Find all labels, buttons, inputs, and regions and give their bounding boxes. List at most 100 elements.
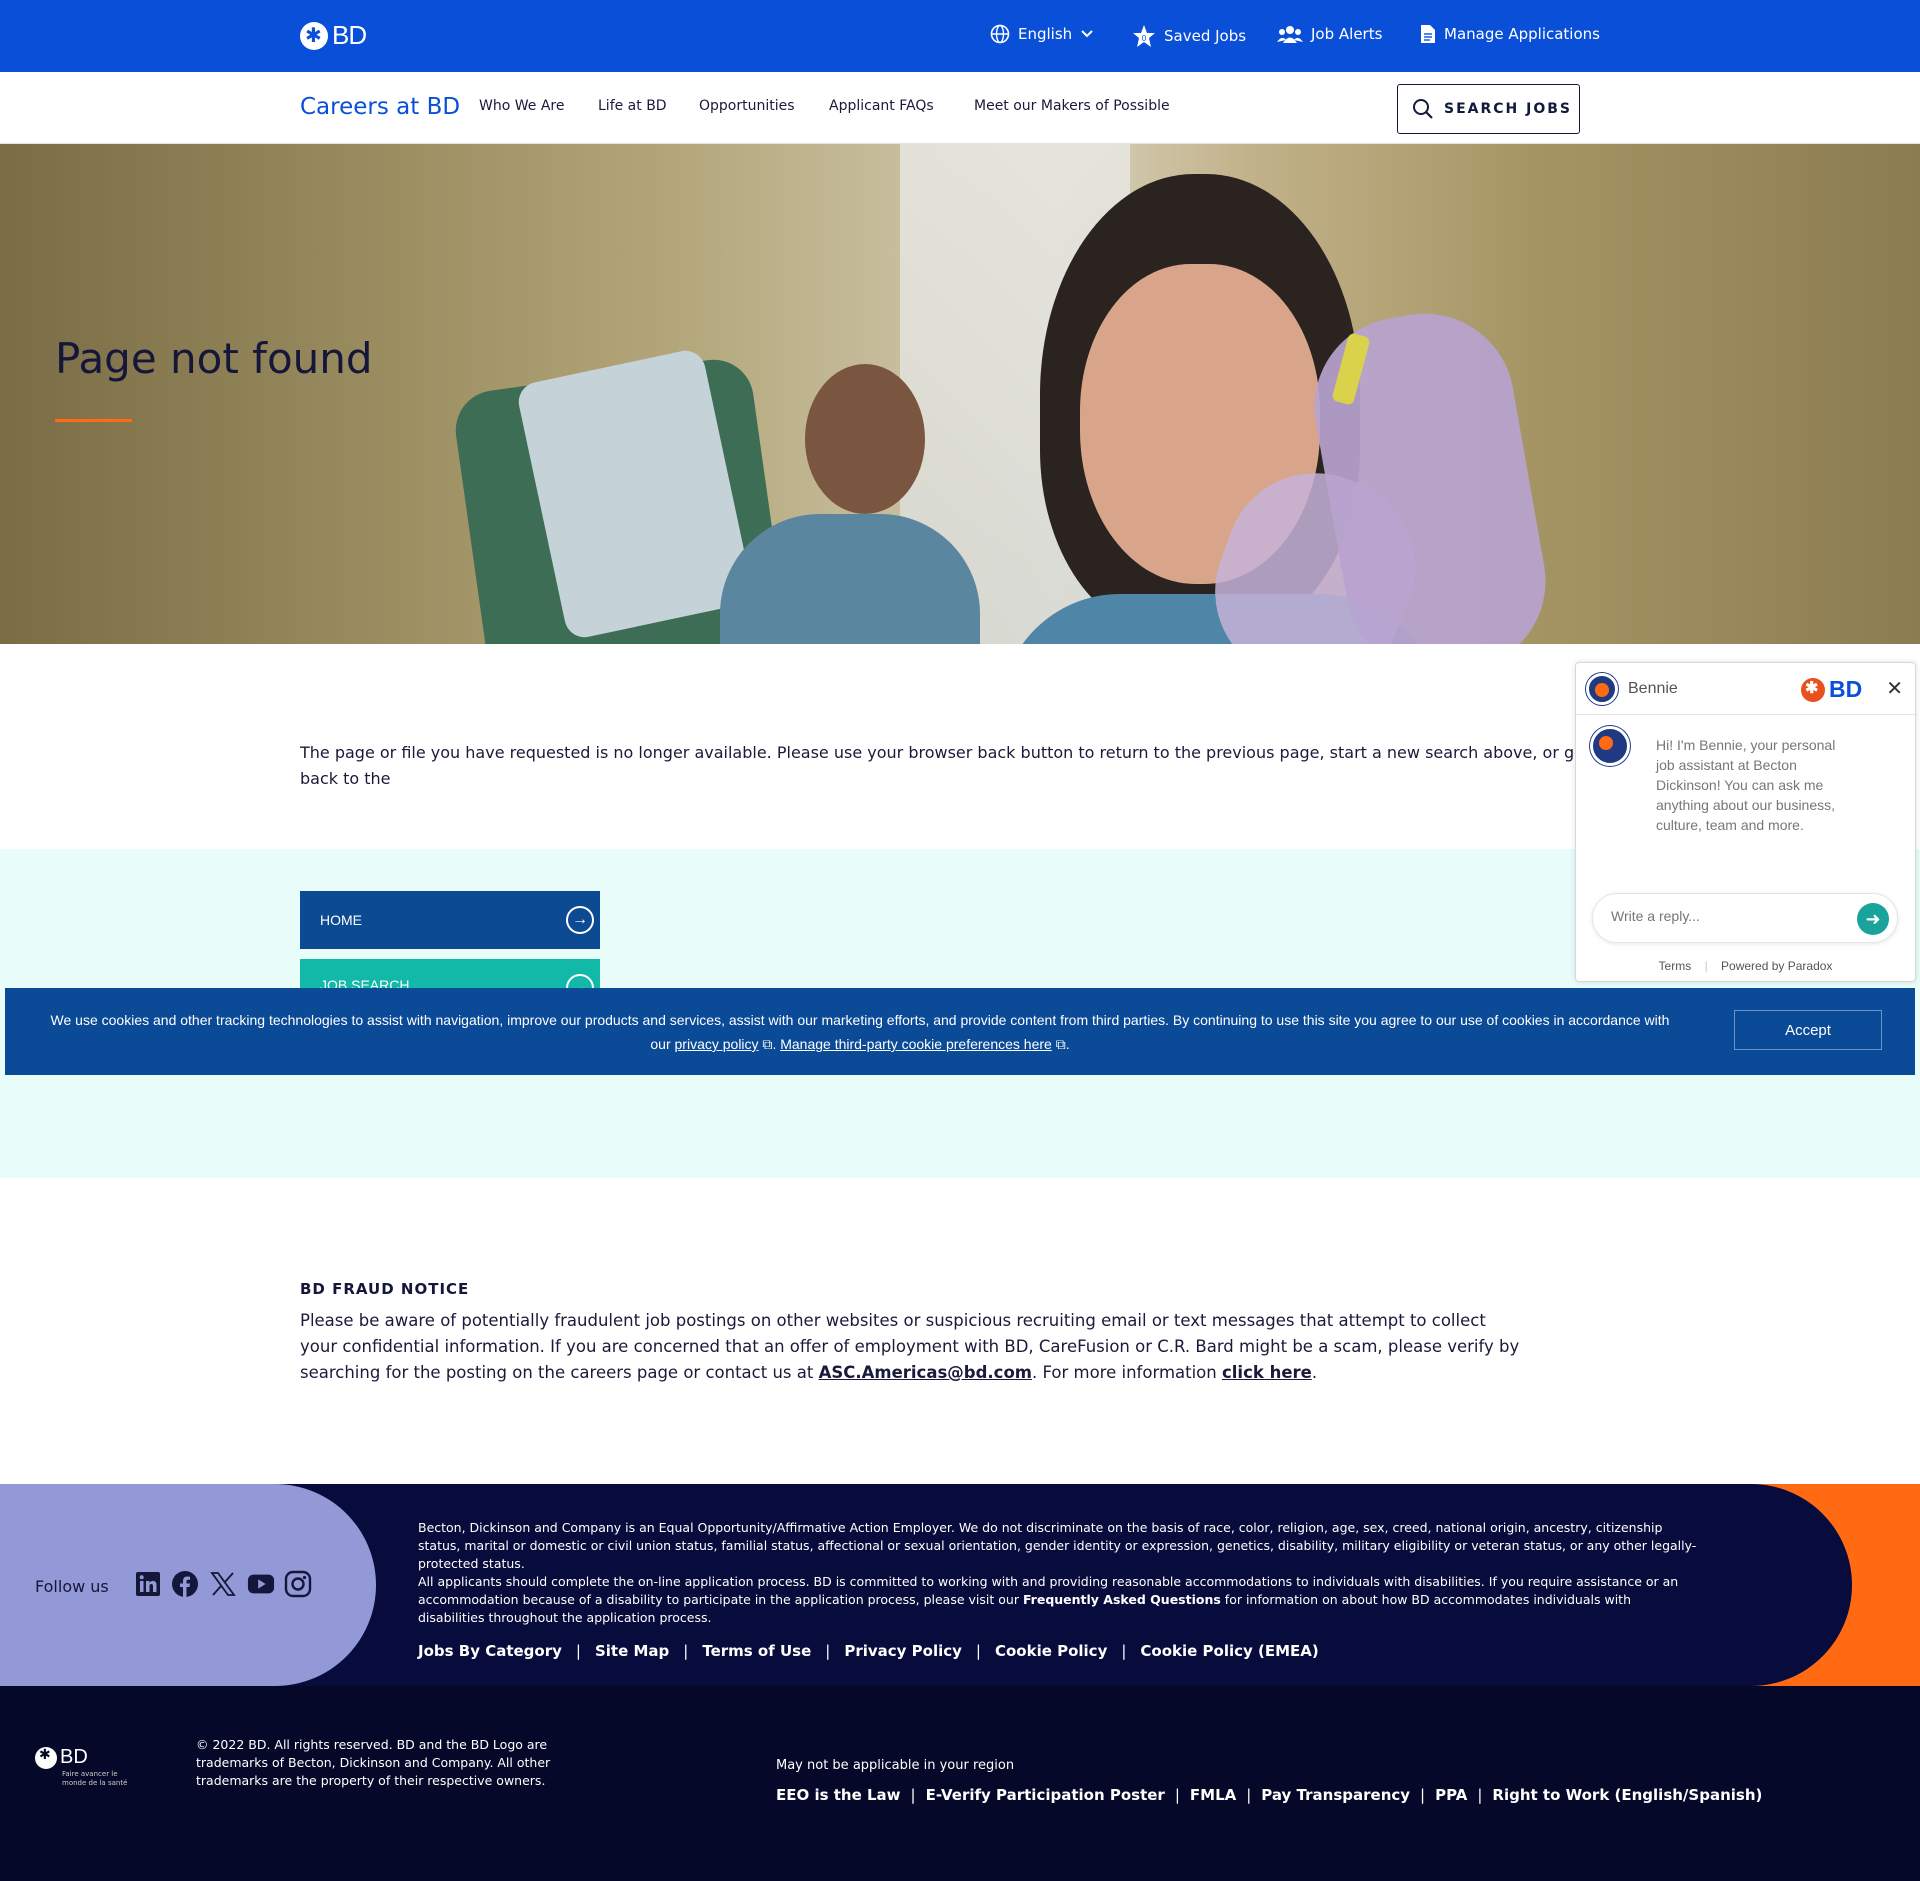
link-divider: |	[575, 1642, 581, 1660]
eeo-statement: Becton, Dickinson and Company is an Equa…	[418, 1520, 1697, 1571]
chat-footer-divider: |	[1704, 959, 1708, 973]
fraud-notice-text: Please be aware of potentially fraudulen…	[300, 1308, 1520, 1386]
bd-star-icon	[35, 1746, 57, 1769]
link-divider: |	[683, 1642, 689, 1660]
accept-cookies-button[interactable]: Accept	[1734, 1010, 1882, 1050]
fraud-notice-more: . For more information	[1032, 1363, 1217, 1382]
search-jobs-button[interactable]: SEARCH JOBS	[1397, 84, 1580, 134]
fraud-notice-heading: BD FRAUD NOTICE	[300, 1280, 470, 1298]
link-divider: |	[910, 1786, 916, 1804]
fraud-notice-end: .	[1311, 1363, 1318, 1382]
footer-link-cookie-policy-emea[interactable]: Cookie Policy (EMEA)	[1140, 1642, 1318, 1660]
nav-who-we-are[interactable]: Who We Are	[479, 98, 564, 114]
bd-tagline: Faire avancer le monde de la santé	[62, 1770, 128, 1787]
region-note: May not be applicable in your region	[776, 1758, 1015, 1773]
footer-bd-logo-text: BD	[60, 1746, 88, 1768]
footer-link-privacy-policy[interactable]: Privacy Policy	[844, 1642, 962, 1660]
bennie-avatar	[1590, 726, 1630, 766]
chat-bd-logo-text: BD	[1829, 676, 1863, 702]
globe-icon	[990, 24, 1010, 44]
legal-link-ppa[interactable]: PPA	[1435, 1786, 1467, 1804]
utility-bar: BD English 0 Saved Jobs Job Alerts Manag…	[0, 0, 1920, 72]
legal-link-right-to-work[interactable]: Right to Work (English/Spanish)	[1492, 1786, 1762, 1804]
bd-star-icon	[300, 21, 328, 50]
chat-reply-input[interactable]	[1611, 908, 1841, 924]
job-alerts-label: Job Alerts	[1311, 25, 1383, 43]
chat-reply-box: ➜	[1592, 893, 1898, 943]
instagram-icon[interactable]	[284, 1570, 312, 1598]
fraud-email-link[interactable]: ASC.Americas@bd.com	[819, 1363, 1032, 1382]
manage-applications-link[interactable]: Manage Applications	[1420, 24, 1600, 44]
youtube-icon[interactable]	[247, 1570, 275, 1598]
chat-terms-link[interactable]: Terms	[1659, 959, 1692, 973]
x-icon[interactable]	[209, 1570, 237, 1598]
not-found-message: The page or file you have requested is n…	[300, 743, 1584, 788]
nav-applicant-faqs[interactable]: Applicant FAQs	[829, 98, 934, 114]
chat-bot-name: Bennie	[1628, 680, 1678, 697]
follow-us-label: Follow us	[35, 1577, 109, 1596]
saved-count-badge: 0	[1142, 34, 1147, 43]
link-divider: |	[1420, 1786, 1426, 1804]
link-divider: |	[975, 1642, 981, 1660]
legal-link-everify[interactable]: E-Verify Participation Poster	[926, 1786, 1165, 1804]
footer-legal: BD Faire avancer le monde de la santé © …	[0, 1686, 1920, 1881]
saved-jobs-link[interactable]: 0 Saved Jobs	[1132, 24, 1246, 48]
language-label: English	[1018, 25, 1073, 43]
search-jobs-label: SEARCH JOBS	[1444, 101, 1572, 117]
search-icon	[1413, 99, 1433, 119]
nav-life-at-bd[interactable]: Life at BD	[598, 98, 667, 114]
bd-logo-text: BD	[332, 20, 367, 50]
legal-links: EEO is the Law | E-Verify Participation P…	[776, 1786, 1762, 1804]
chat-greeting: Hi! I'm Bennie, your personal job assist…	[1656, 737, 1836, 833]
external-link-icon: ⧉	[1051, 1036, 1066, 1052]
footer-links: Jobs By Category | Site Map | Terms of Use…	[418, 1642, 1319, 1660]
people-icon	[1277, 26, 1303, 43]
title-accent-line	[55, 419, 132, 422]
legal-link-fmla[interactable]: FMLA	[1190, 1786, 1236, 1804]
facebook-icon[interactable]	[171, 1570, 199, 1598]
close-icon[interactable]: ✕	[1886, 676, 1903, 701]
link-divider: |	[1174, 1786, 1180, 1804]
chat-footer: Terms | Powered by Paradox	[1576, 959, 1915, 973]
chat-header: Bennie BD ✕	[1576, 663, 1915, 715]
legal-link-eeo[interactable]: EEO is the Law	[776, 1786, 901, 1804]
job-alerts-link[interactable]: Job Alerts	[1277, 24, 1382, 44]
language-selector[interactable]: English	[990, 24, 1102, 44]
nav-makers-of-possible[interactable]: Meet our Makers of Possible	[974, 98, 1170, 114]
link-divider: |	[1246, 1786, 1252, 1804]
careers-brand-link[interactable]: Careers at BD	[300, 94, 460, 120]
arrow-right-circle-icon: →	[566, 906, 594, 934]
linkedin-icon[interactable]	[134, 1570, 162, 1598]
home-button-label: HOME	[320, 912, 362, 928]
copyright-text: © 2022 BD. All rights reserved. BD and t…	[196, 1737, 551, 1788]
bennie-avatar	[1586, 673, 1618, 705]
chat-widget: Bennie BD ✕ Hi! I'm Bennie, your persona…	[1575, 662, 1916, 982]
faq-link[interactable]: Frequently Asked Questions	[1023, 1592, 1221, 1607]
manage-applications-label: Manage Applications	[1444, 25, 1600, 43]
page-title: Page not found	[55, 334, 373, 383]
hero-banner: Page not found	[0, 144, 1920, 644]
chat-powered-by[interactable]: Powered by Paradox	[1721, 959, 1832, 973]
saved-jobs-label: Saved Jobs	[1164, 27, 1247, 45]
footer-link-site-map[interactable]: Site Map	[595, 1642, 669, 1660]
manage-cookie-preferences-link[interactable]: Manage third-party cookie preferences he…	[780, 1036, 1052, 1052]
send-arrow-icon[interactable]: ➜	[1857, 903, 1889, 935]
legal-link-pay-transparency[interactable]: Pay Transparency	[1261, 1786, 1410, 1804]
link-divider: |	[825, 1642, 831, 1660]
home-button[interactable]: HOME →	[300, 891, 600, 949]
cookie-text: We use cookies and other tracking techno…	[50, 1012, 1670, 1052]
fraud-click-here-link[interactable]: click here	[1222, 1363, 1312, 1382]
nav-opportunities[interactable]: Opportunities	[699, 98, 795, 114]
link-divider: |	[1121, 1642, 1127, 1660]
bd-logo[interactable]: BD	[300, 20, 367, 51]
footer-bd-logo[interactable]: BD	[35, 1746, 88, 1769]
accommodation-statement: All applicants should complete the on-li…	[418, 1573, 1698, 1627]
footer-link-jobs-by-category[interactable]: Jobs By Category	[418, 1642, 562, 1660]
external-link-icon: ⧉	[758, 1036, 773, 1052]
footer-main: Follow us Becton, Dickinson and Company …	[0, 1484, 1920, 1686]
footer-link-cookie-policy[interactable]: Cookie Policy	[995, 1642, 1107, 1660]
chevron-down-icon	[1081, 30, 1093, 38]
privacy-policy-link[interactable]: privacy policy	[675, 1036, 759, 1052]
footer-link-terms-of-use[interactable]: Terms of Use	[702, 1642, 811, 1660]
main-navigation: Careers at BD Who We Are Life at BD Oppo…	[0, 72, 1920, 144]
